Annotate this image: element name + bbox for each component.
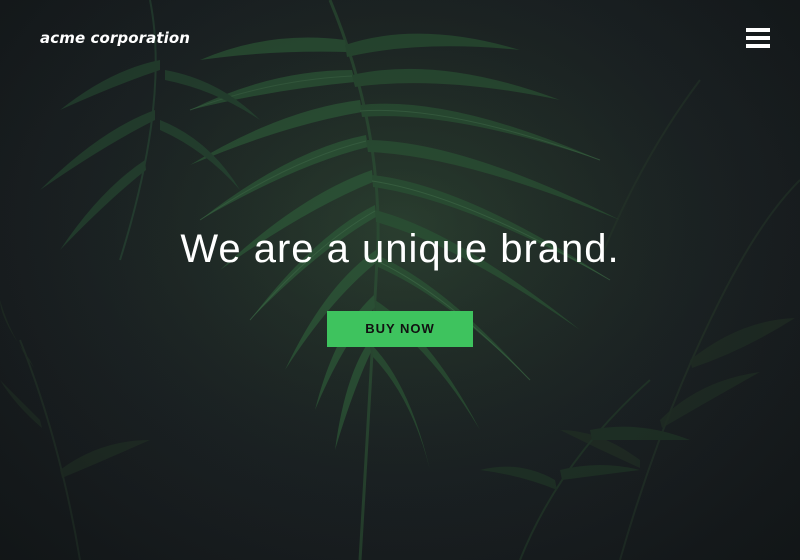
menu-bar bbox=[746, 44, 770, 48]
menu-bar bbox=[746, 28, 770, 32]
background-overlay bbox=[0, 0, 800, 560]
hamburger-menu-icon[interactable] bbox=[746, 28, 770, 48]
brand-logo[interactable]: acme corporation bbox=[40, 29, 190, 47]
hero-section: acme corporation We are a unique brand. … bbox=[0, 0, 800, 560]
menu-bar bbox=[746, 36, 770, 40]
buy-now-button[interactable]: BUY NOW bbox=[327, 311, 473, 347]
hero-headline: We are a unique brand. bbox=[180, 227, 620, 271]
